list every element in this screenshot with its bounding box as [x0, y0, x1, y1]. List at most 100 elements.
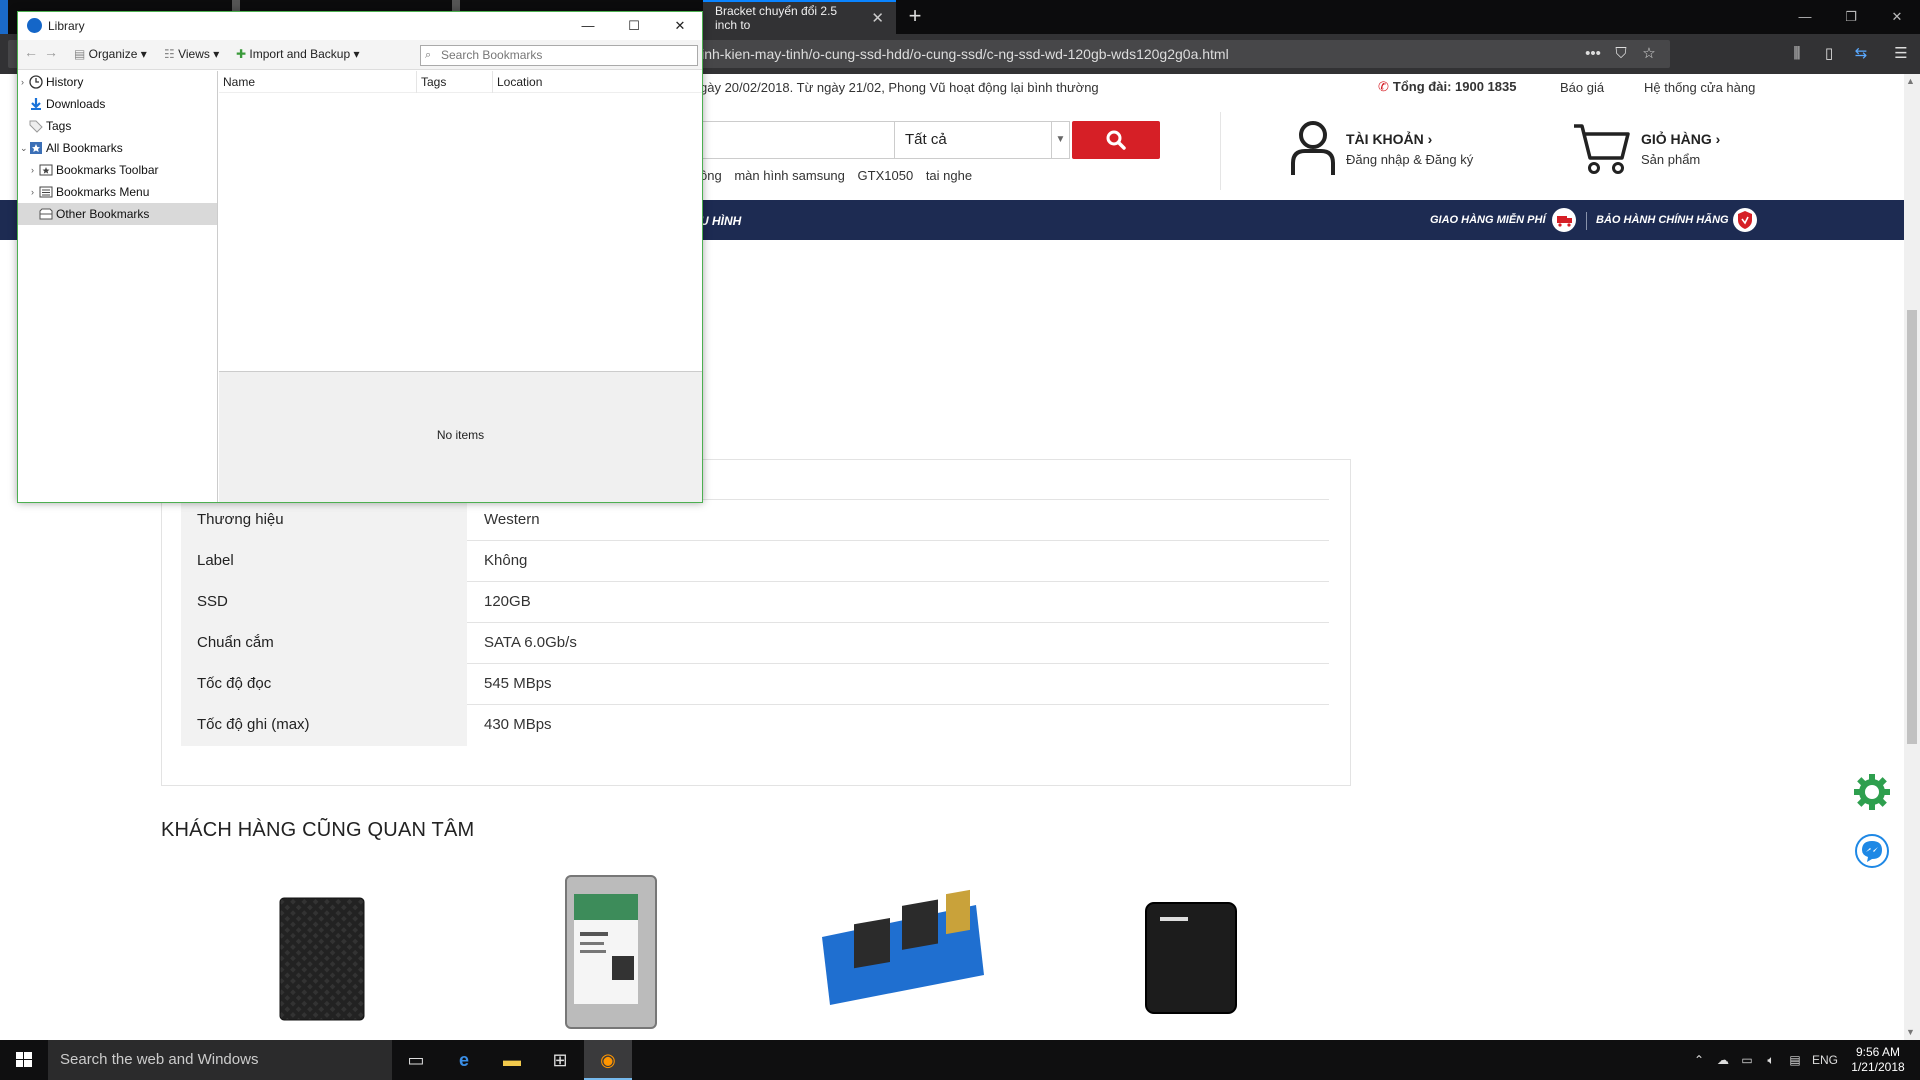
sidebar-icon[interactable]: ▯: [1816, 40, 1842, 68]
onedrive-icon[interactable]: ☁: [1712, 1040, 1734, 1080]
warranty-label: BẢO HÀNH CHÍNH HÃNG: [1596, 214, 1729, 226]
new-tab-button[interactable]: +: [902, 4, 928, 30]
tray-chevron-up-icon[interactable]: ⌃: [1688, 1040, 1710, 1080]
sidebar-item-history[interactable]: › History: [18, 71, 217, 93]
close-tab-icon[interactable]: ✕: [871, 9, 884, 27]
quote-link[interactable]: Báo giá: [1560, 80, 1604, 95]
spec-row: Tốc độ đọc 545 MBps: [181, 664, 1329, 705]
library-icon[interactable]: ⫼: [1784, 40, 1810, 68]
start-button[interactable]: [0, 1040, 48, 1080]
tag-icon: [29, 120, 43, 133]
input-language[interactable]: ENG: [1810, 1040, 1840, 1080]
import-backup-menu[interactable]: ✚ Import and Backup ▾: [236, 47, 359, 61]
sidebar-item-other-bookmarks[interactable]: Other Bookmarks: [18, 203, 217, 225]
cart-icon[interactable]: [1572, 120, 1630, 176]
settings-gear-icon[interactable]: [1852, 772, 1892, 812]
back-arrow-icon[interactable]: ←: [24, 44, 38, 60]
chevron-down-icon: ▼: [1051, 122, 1069, 158]
bookmark-search-input[interactable]: ⌕ Search Bookmarks: [420, 45, 698, 66]
scroll-down-icon[interactable]: ▼: [1906, 1027, 1915, 1037]
restore-icon[interactable]: ❐: [1828, 0, 1874, 34]
product-image-internal-hdd[interactable]: [562, 872, 660, 1032]
sidebar-item-bookmarks-menu[interactable]: › Bookmarks Menu: [18, 181, 217, 203]
hot-keyword[interactable]: ông: [700, 168, 722, 183]
account-title[interactable]: TÀI KHOẢN ›: [1346, 131, 1432, 147]
category-select[interactable]: Tất cả ▼: [894, 121, 1070, 159]
action-center-icon[interactable]: ▤: [1784, 1040, 1806, 1080]
details-pane: No items: [219, 371, 702, 502]
user-icon[interactable]: [1290, 120, 1336, 176]
site-search-input[interactable]: [700, 121, 894, 159]
pocket-icon[interactable]: ⛉: [1608, 40, 1634, 68]
close-icon[interactable]: ✕: [657, 12, 703, 40]
product-image-wd-elements[interactable]: [1142, 872, 1238, 1032]
network-icon[interactable]: ▭: [1736, 1040, 1758, 1080]
bookmark-star-icon[interactable]: ☆: [1636, 40, 1662, 68]
sidebar-item-all-bookmarks[interactable]: ⌄ All Bookmarks: [18, 137, 217, 159]
edge-icon[interactable]: e: [440, 1040, 488, 1080]
chevron-right-icon[interactable]: ›: [31, 159, 34, 181]
views-menu[interactable]: ☷ Views ▾: [164, 47, 219, 61]
volume-icon[interactable]: 🔈︎: [1760, 1040, 1782, 1080]
store-icon[interactable]: ⊞: [536, 1040, 584, 1080]
tab-active[interactable]: Bracket chuyển đổi 2.5 inch to ✕: [703, 0, 896, 34]
chevron-down-icon[interactable]: ⌄: [20, 137, 28, 159]
spec-key: Tốc độ đọc: [181, 664, 467, 705]
sidebar-item-downloads[interactable]: Downloads: [18, 93, 217, 115]
forward-arrow-icon[interactable]: →: [44, 44, 58, 60]
tab-title: Bracket chuyển đổi 2.5 inch to: [715, 4, 838, 32]
hot-keyword[interactable]: màn hình samsung: [734, 168, 845, 183]
column-location[interactable]: Location: [493, 71, 702, 93]
taskbar-search-input[interactable]: Search the web and Windows: [48, 1040, 392, 1080]
hot-keyword[interactable]: GTX1050: [858, 168, 914, 183]
product-image-external-hdd[interactable]: [276, 872, 366, 1032]
clock-date: 1/21/2018: [1851, 1060, 1905, 1074]
spec-key: Thương hiệu: [181, 500, 467, 541]
spec-value: SATA 6.0Gb/s: [484, 634, 577, 651]
search-button[interactable]: [1072, 121, 1160, 159]
cart-title[interactable]: GIỎ HÀNG ›: [1641, 131, 1720, 147]
hot-keyword[interactable]: tai nghe: [926, 168, 972, 183]
chevron-right-icon[interactable]: ›: [31, 181, 34, 203]
maximize-icon[interactable]: ☐: [611, 12, 657, 40]
spec-row: Tốc độ ghi (max) 430 MBps: [181, 705, 1329, 746]
windows-taskbar: Search the web and Windows ▭ e ▬ ⊞ ◉ ⌃ ☁…: [0, 1040, 1920, 1080]
cart-subtitle[interactable]: Sản phẩm: [1641, 152, 1700, 167]
holiday-notice: gày 20/02/2018. Từ ngày 21/02, Phong Vũ …: [700, 80, 1099, 95]
bookmark-columns-header: Name Tags Location: [219, 71, 702, 93]
close-window-icon[interactable]: ✕: [1874, 0, 1920, 34]
library-sidebar: › History Downloads Tags ⌄ All Bookmarks…: [18, 71, 218, 502]
header-divider: [1220, 112, 1221, 190]
hotline[interactable]: ✆ Tổng đài: 1900 1835: [1378, 79, 1516, 95]
menu-item-partial[interactable]: U HÌNH: [700, 214, 741, 228]
file-explorer-icon[interactable]: ▬: [488, 1040, 536, 1080]
menu-folder-icon: [39, 186, 53, 198]
page-actions-icon[interactable]: •••: [1580, 40, 1606, 68]
task-view-icon[interactable]: ▭: [392, 1040, 440, 1080]
sidebar-item-bookmarks-toolbar[interactable]: › Bookmarks Toolbar: [18, 159, 217, 181]
chevron-right-icon[interactable]: ›: [21, 71, 24, 93]
minimize-icon[interactable]: —: [1782, 0, 1828, 34]
account-subtitle[interactable]: Đăng nhập & Đăng ký: [1346, 152, 1473, 167]
spec-value: 545 MBps: [484, 675, 552, 692]
translate-extension-icon[interactable]: ⇆: [1848, 40, 1874, 68]
organize-menu[interactable]: ▤ Organize ▾: [74, 47, 147, 61]
stores-link[interactable]: Hệ thống cửa hàng: [1644, 80, 1755, 95]
scroll-up-icon[interactable]: ▲: [1906, 76, 1915, 86]
system-clock[interactable]: 9:56 AM 1/21/2018: [1848, 1045, 1908, 1075]
firefox-icon: [27, 18, 42, 33]
sidebar-item-tags[interactable]: Tags: [18, 115, 217, 137]
spec-key: SSD: [181, 582, 467, 623]
spec-row: Thương hiệu Western: [181, 500, 1329, 541]
tab-fragment[interactable]: [0, 0, 8, 34]
column-name[interactable]: Name: [219, 71, 417, 93]
messenger-button[interactable]: [1855, 834, 1889, 868]
spec-value: Western: [484, 511, 540, 528]
scrollbar-thumb[interactable]: [1907, 310, 1917, 744]
hamburger-menu-icon[interactable]: ☰: [1888, 40, 1914, 68]
library-titlebar[interactable]: Library — ☐ ✕: [18, 12, 702, 40]
minimize-icon[interactable]: —: [565, 12, 611, 40]
column-tags[interactable]: Tags: [417, 71, 493, 93]
product-image-optane-module[interactable]: [816, 872, 986, 1032]
firefox-taskbar-icon[interactable]: ◉: [584, 1040, 632, 1080]
